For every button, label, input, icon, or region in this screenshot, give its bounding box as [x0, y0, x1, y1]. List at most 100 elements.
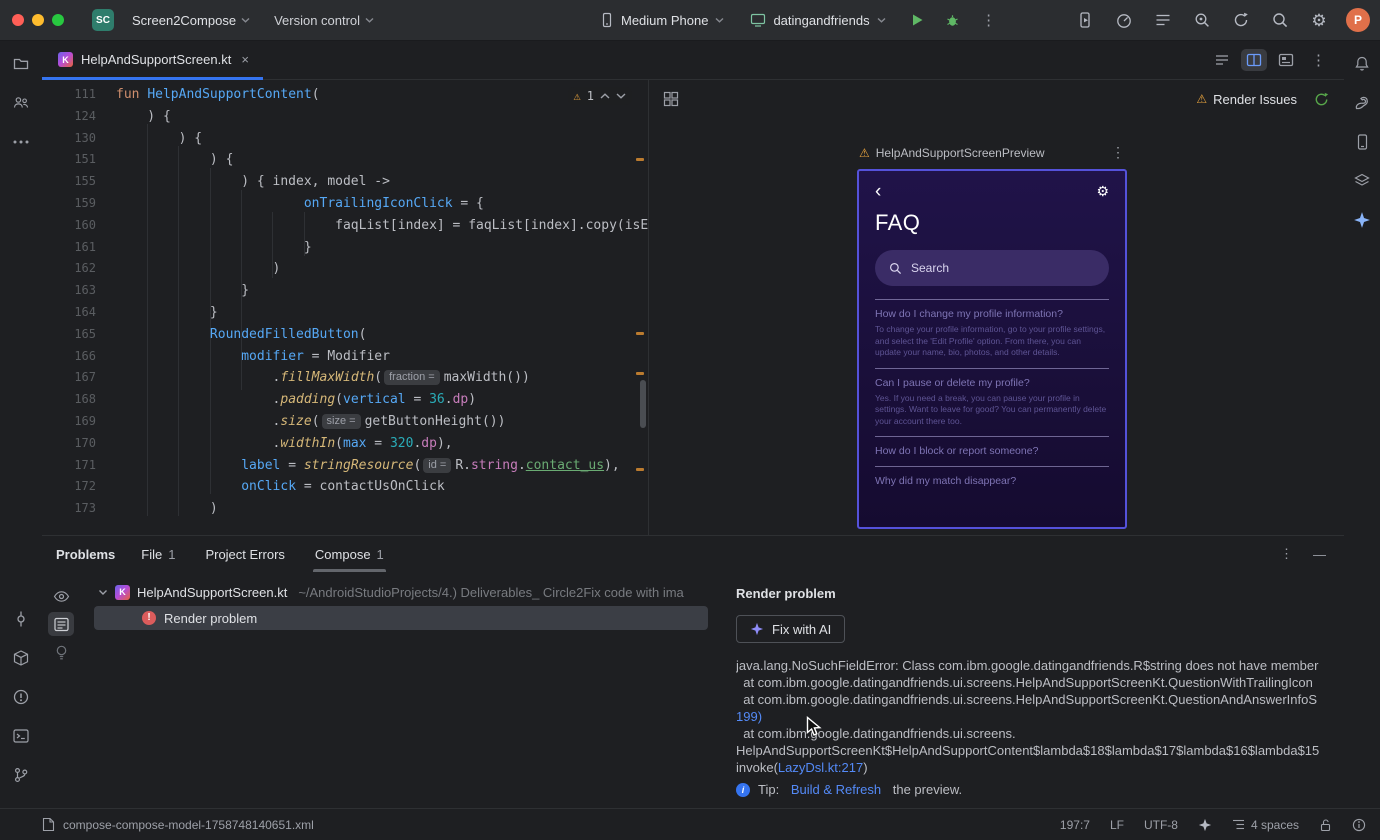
- problems-item-selected[interactable]: ! Render problem: [94, 606, 708, 630]
- logcat-button[interactable]: [1151, 8, 1175, 32]
- faq-question[interactable]: Why did my match disappear?: [875, 475, 1109, 487]
- code-line: 111 fun HelpAndSupportContent(: [42, 84, 648, 106]
- render-issues-button[interactable]: ⚠ Render Issues: [1196, 92, 1297, 107]
- faq-question[interactable]: Can I pause or delete my profile?: [875, 377, 1109, 389]
- project-tool-button[interactable]: [7, 50, 35, 78]
- panel-title[interactable]: Problems: [56, 547, 115, 562]
- scrollbar-warning-mark[interactable]: [636, 372, 644, 375]
- details-list-icon: [53, 617, 69, 631]
- problems-tool-button[interactable]: [7, 683, 35, 711]
- close-window-button[interactable]: [12, 14, 24, 26]
- layout-inspector-button[interactable]: [1348, 167, 1376, 195]
- info-status-icon[interactable]: [1352, 818, 1366, 832]
- problems-tree[interactable]: K HelpAndSupportScreen.kt ~/AndroidStudi…: [80, 572, 722, 808]
- design-view-icon: [1278, 53, 1294, 66]
- status-widgets: 197:7 LF UTF-8 4 spaces: [1060, 818, 1366, 832]
- faq-question[interactable]: How do I block or report someone?: [875, 445, 1109, 457]
- editor-scrollbar[interactable]: [640, 380, 646, 428]
- search-bar[interactable]: Search: [875, 250, 1109, 286]
- gemini-button[interactable]: [1348, 206, 1376, 234]
- tab-helpandsupportscreen[interactable]: K HelpAndSupportScreen.kt ×: [42, 40, 263, 80]
- code-line: 164 }: [42, 302, 648, 324]
- line-ending-widget[interactable]: LF: [1110, 818, 1124, 832]
- settings-gear-icon[interactable]: ⚙: [1096, 183, 1109, 200]
- preview-card[interactable]: ⚠ HelpAndSupportScreenPreview ⋮ ‹ ⚙ FAQ …: [857, 144, 1127, 529]
- preview-more-options-icon[interactable]: ⋮: [1111, 144, 1125, 161]
- more-tool-windows-button[interactable]: [7, 128, 35, 156]
- profiler-button[interactable]: [1112, 8, 1136, 32]
- scrollbar-warning-mark[interactable]: [636, 158, 644, 161]
- fix-with-ai-button[interactable]: Fix with AI: [736, 615, 846, 643]
- next-problem-icon[interactable]: [616, 93, 626, 99]
- quick-fix-button[interactable]: [48, 640, 74, 664]
- hide-panel-icon[interactable]: —: [1313, 547, 1326, 562]
- version-control-menu[interactable]: Version control: [268, 9, 380, 32]
- minimize-window-button[interactable]: [32, 14, 44, 26]
- search-placeholder: Search: [911, 261, 950, 275]
- commit-tool-button[interactable]: [7, 605, 35, 633]
- chevron-down-icon[interactable]: [98, 589, 108, 596]
- zoom-window-button[interactable]: [52, 14, 64, 26]
- encoding-widget[interactable]: UTF-8: [1144, 818, 1178, 832]
- panel-tab-project-errors[interactable]: Project Errors: [205, 536, 284, 572]
- indent-widget[interactable]: 4 spaces: [1232, 818, 1299, 832]
- warning-count: 1: [586, 89, 594, 103]
- editor-more-options-icon[interactable]: ⋮: [1305, 51, 1332, 69]
- notifications-button[interactable]: [1348, 50, 1376, 78]
- inspection-widget[interactable]: ⚠ 1: [567, 87, 632, 105]
- ai-status-sparkle-icon[interactable]: [1198, 818, 1212, 832]
- structure-tool-button[interactable]: [7, 89, 35, 117]
- indent-icon: [1232, 819, 1244, 830]
- preview-toggle-button[interactable]: [48, 584, 74, 608]
- faq-question[interactable]: How do I change my profile information?: [875, 308, 1109, 320]
- code-view-button[interactable]: [1209, 49, 1235, 71]
- run-more-options-button[interactable]: ⋮: [976, 7, 1002, 33]
- problems-file-node[interactable]: K HelpAndSupportScreen.kt ~/AndroidStudi…: [80, 580, 722, 604]
- preview-canvas[interactable]: ⚠ HelpAndSupportScreenPreview ⋮ ‹ ⚙ FAQ …: [649, 118, 1344, 535]
- faq-list: How do I change my profile information? T…: [875, 299, 1109, 487]
- version-control-label: Version control: [274, 12, 361, 28]
- panel-tab-compose[interactable]: Compose 1: [312, 536, 386, 572]
- write-access-lock-icon[interactable]: [1319, 818, 1332, 832]
- caret-position-widget[interactable]: 197:7: [1060, 818, 1090, 832]
- git-tool-button[interactable]: [7, 761, 35, 789]
- scrollbar-warning-mark[interactable]: [636, 332, 644, 335]
- refresh-preview-icon[interactable]: [1313, 91, 1330, 108]
- status-file[interactable]: compose-compose-model-1758748140651.xml: [42, 817, 314, 832]
- details-toggle-button[interactable]: [48, 612, 74, 636]
- problems-file-path: ~/AndroidStudioProjects/4.) Deliverables…: [298, 584, 684, 600]
- code-area[interactable]: 111 fun HelpAndSupportContent(124 ) {130 …: [42, 84, 648, 535]
- panel-tab-file[interactable]: File 1: [141, 536, 175, 572]
- services-tool-button[interactable]: [7, 644, 35, 672]
- search-everywhere-button[interactable]: [1268, 8, 1292, 32]
- debug-button[interactable]: [940, 7, 966, 33]
- prev-problem-icon[interactable]: [600, 93, 610, 99]
- back-icon[interactable]: ‹: [875, 182, 881, 201]
- sync-project-button[interactable]: [1229, 8, 1253, 32]
- eye-icon: [53, 590, 69, 602]
- device-selector[interactable]: Medium Phone: [592, 8, 732, 32]
- preview-grid-icon[interactable]: [663, 91, 679, 107]
- phone-preview[interactable]: ‹ ⚙ FAQ Search How do I change my profil…: [857, 169, 1127, 529]
- scrollbar-warning-mark[interactable]: [636, 468, 644, 471]
- stack-trace-link[interactable]: 199): [736, 709, 762, 724]
- run-button[interactable]: [904, 7, 930, 33]
- project-menu[interactable]: Screen2Compose: [126, 9, 256, 32]
- user-avatar[interactable]: P: [1346, 8, 1370, 32]
- settings-button[interactable]: ⚙: [1307, 8, 1331, 32]
- code-editor[interactable]: 111 fun HelpAndSupportContent(124 ) {130 …: [42, 80, 648, 535]
- split-view-button[interactable]: [1241, 48, 1267, 71]
- code-line: 159 onTrailingIconClick = {: [42, 193, 648, 215]
- running-devices-button[interactable]: [1073, 8, 1097, 32]
- close-tab-icon[interactable]: ×: [239, 52, 251, 67]
- gradle-tool-button[interactable]: [1348, 89, 1376, 117]
- titlebar: SC Screen2Compose Version control Medium…: [0, 0, 1380, 41]
- build-refresh-link[interactable]: Build & Refresh: [791, 782, 881, 797]
- design-view-button[interactable]: [1273, 49, 1299, 71]
- panel-more-options-icon[interactable]: ⋮: [1280, 546, 1293, 562]
- terminal-tool-button[interactable]: [7, 722, 35, 750]
- app-inspection-button[interactable]: [1190, 8, 1214, 32]
- stack-trace-link[interactable]: LazyDsl.kt:217: [778, 760, 863, 775]
- run-configuration-selector[interactable]: datingandfriends: [742, 9, 893, 32]
- device-manager-button[interactable]: [1348, 128, 1376, 156]
